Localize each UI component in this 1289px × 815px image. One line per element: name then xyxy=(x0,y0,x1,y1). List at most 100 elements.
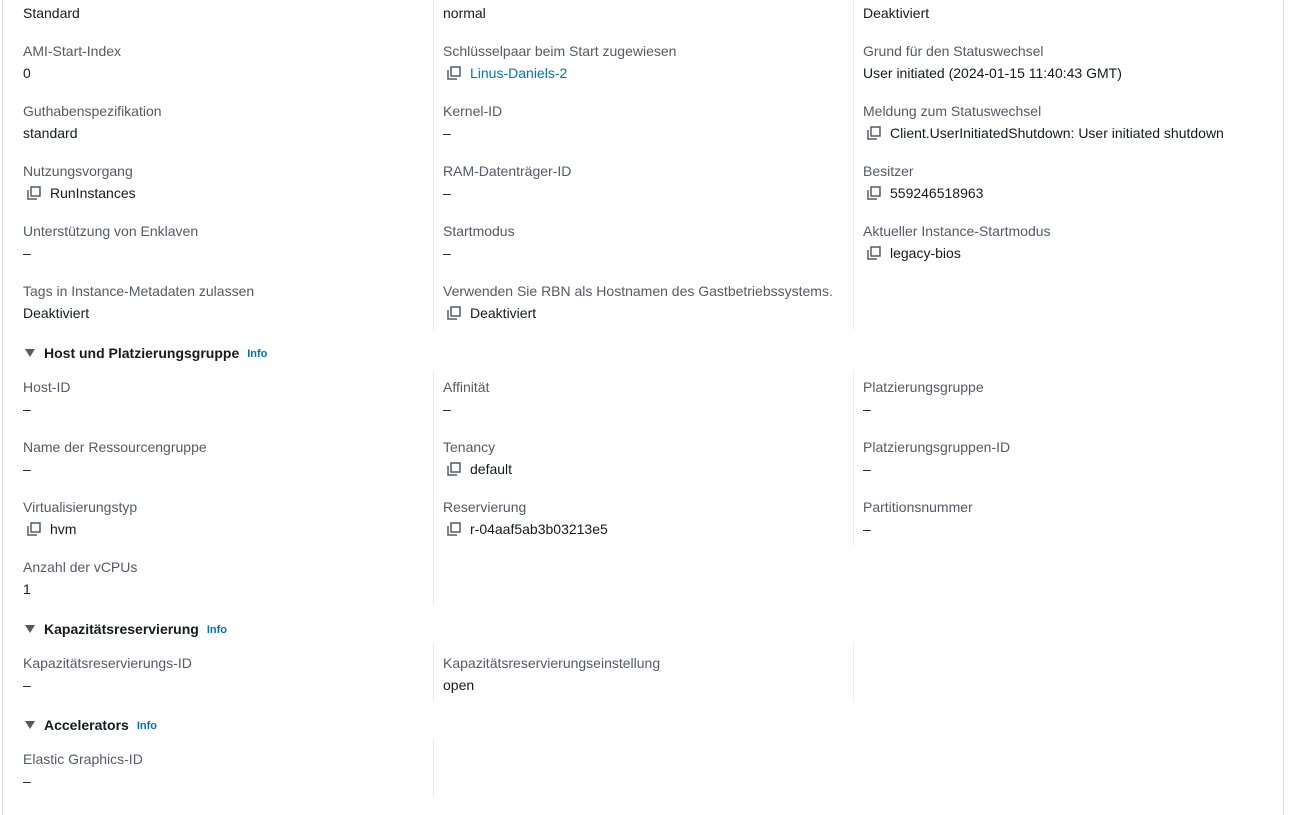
column-divider xyxy=(433,642,434,702)
info-link[interactable]: Info xyxy=(137,718,157,732)
field-affinity: Affinität – xyxy=(443,378,843,418)
field-value: – xyxy=(443,401,451,417)
field-label: AMI-Start-Index xyxy=(23,43,122,59)
field-value: hvm xyxy=(50,521,77,537)
field-label: Aktueller Instance-Startmodus xyxy=(863,223,1051,239)
field-usage-operation: Nutzungsvorgang RunInstances xyxy=(23,162,423,202)
field-value: – xyxy=(863,461,871,477)
field-label: Virtualisierungstyp xyxy=(23,499,138,515)
field-value: open xyxy=(443,677,475,693)
field-value-row: legacy-bios xyxy=(863,244,1263,262)
field-value-row: Linus-Daniels-2 xyxy=(443,64,843,82)
column-divider xyxy=(853,642,854,702)
copy-icon[interactable] xyxy=(447,306,461,320)
section-header-host[interactable]: Host und Platzierungsgruppe Info xyxy=(25,344,267,362)
field-top-col2: normal xyxy=(443,4,843,22)
field-vcpus: Anzahl der vCPUs 1 xyxy=(23,558,423,598)
field-value: – xyxy=(443,185,451,201)
field-label: Name der Ressourcengruppe xyxy=(23,439,207,455)
copy-icon[interactable] xyxy=(867,186,881,200)
field-label: Meldung zum Statuswechsel xyxy=(863,103,1042,119)
column-divider xyxy=(433,738,434,798)
field-value: Deaktiviert xyxy=(470,305,537,321)
field-rbn-hostname: Verwenden Sie RBN als Hostnamen des Gast… xyxy=(443,282,843,322)
info-link[interactable]: Info xyxy=(247,346,267,360)
field-credit-spec: Guthabenspezifikation standard xyxy=(23,102,423,142)
field-value: – xyxy=(23,401,31,417)
field-value: – xyxy=(23,677,31,693)
field-value-row: 559246518963 xyxy=(863,184,1263,202)
section-title: Accelerators xyxy=(44,717,129,733)
field-enclave-support: Unterstützung von Enklaven – xyxy=(23,222,423,262)
copy-icon[interactable] xyxy=(27,186,41,200)
section-title: Host und Platzierungsgruppe xyxy=(44,345,240,361)
field-label: Tenancy xyxy=(443,439,496,455)
field-owner: Besitzer 559246518963 xyxy=(863,162,1263,202)
field-label: Kapazitätsreservierungseinstellung xyxy=(443,655,661,671)
field-value: RunInstances xyxy=(50,185,136,201)
field-label: Guthabenspezifikation xyxy=(23,103,162,119)
field-resource-group: Name der Ressourcengruppe – xyxy=(23,438,423,478)
field-value: 559246518963 xyxy=(890,185,984,201)
field-kernel-id: Kernel-ID – xyxy=(443,102,843,142)
field-label: Besitzer xyxy=(863,163,914,179)
field-label: Platzierungsgruppe xyxy=(863,379,984,395)
copy-icon[interactable] xyxy=(447,462,461,476)
field-value-row: RunInstances xyxy=(23,184,423,202)
section-header-capacity[interactable]: Kapazitätsreservierung Info xyxy=(25,620,227,638)
copy-icon[interactable] xyxy=(447,522,461,536)
field-value-row: Deaktiviert xyxy=(443,304,843,322)
field-ami-start-index: AMI-Start-Index 0 xyxy=(23,42,423,82)
field-value: default xyxy=(470,461,513,477)
caret-down-icon[interactable] xyxy=(25,625,35,633)
field-virtualization: Virtualisierungstyp hvm xyxy=(23,498,423,538)
field-label: Tags in Instance-Metadaten zulassen xyxy=(23,283,255,299)
caret-down-icon[interactable] xyxy=(25,721,35,729)
column-divider xyxy=(433,0,434,330)
field-value: – xyxy=(863,521,871,537)
section-header-accelerators[interactable]: Accelerators Info xyxy=(25,716,157,734)
field-value: 1 xyxy=(23,581,31,597)
column-divider xyxy=(853,370,854,546)
copy-icon[interactable] xyxy=(867,126,881,140)
field-tenancy: Tenancy default xyxy=(443,438,843,478)
field-value: – xyxy=(23,245,31,261)
field-label: Anzahl der vCPUs xyxy=(23,559,138,575)
field-boot-mode: Startmodus – xyxy=(443,222,843,262)
field-value-row: default xyxy=(443,460,843,478)
field-capacity-reservation-id: Kapazitätsreservierungs-ID – xyxy=(23,654,423,694)
field-value: – xyxy=(863,401,871,417)
field-value: r-04aaf5ab3b03213e5 xyxy=(470,521,608,537)
field-placement-group-id: Platzierungsgruppen-ID – xyxy=(863,438,1263,478)
field-current-boot-mode: Aktueller Instance-Startmodus legacy-bio… xyxy=(863,222,1263,262)
field-label: Kapazitätsreservierungs-ID xyxy=(23,655,192,671)
field-label: Verwenden Sie RBN als Hostnamen des Gast… xyxy=(443,283,833,299)
field-metadata-tags: Tags in Instance-Metadaten zulassen Deak… xyxy=(23,282,423,322)
copy-icon[interactable] xyxy=(27,522,41,536)
field-reservation: Reservierung r-04aaf5ab3b03213e5 xyxy=(443,498,843,538)
field-value-row: hvm xyxy=(23,520,423,538)
field-label: Platzierungsgruppen-ID xyxy=(863,439,1011,455)
field-capacity-reservation-setting: Kapazitätsreservierungseinstellung open xyxy=(443,654,843,694)
field-state-message: Meldung zum Statuswechsel Client.UserIni… xyxy=(863,102,1263,142)
field-top-col3: Deaktiviert xyxy=(863,4,1263,22)
section-title: Kapazitätsreservierung xyxy=(44,621,199,637)
field-value-row: r-04aaf5ab3b03213e5 xyxy=(443,520,843,538)
field-value: standard xyxy=(23,125,78,141)
field-value-row: Client.UserInitiatedShutdown: User initi… xyxy=(863,124,1263,142)
caret-down-icon[interactable] xyxy=(25,349,35,357)
field-value: normal xyxy=(443,5,486,21)
field-value: User initiated (2024-01-15 11:40:43 GMT) xyxy=(863,65,1122,81)
field-label: Kernel-ID xyxy=(443,103,503,119)
key-pair-link[interactable]: Linus-Daniels-2 xyxy=(470,64,567,82)
field-value: Client.UserInitiatedShutdown: User initi… xyxy=(890,125,1224,141)
copy-icon[interactable] xyxy=(447,66,461,80)
column-divider xyxy=(853,0,854,330)
field-label: Unterstützung von Enklaven xyxy=(23,223,199,239)
copy-icon[interactable] xyxy=(867,246,881,260)
info-link[interactable]: Info xyxy=(207,622,227,636)
field-elastic-graphics-id: Elastic Graphics-ID – xyxy=(23,750,423,790)
field-value: Deaktiviert xyxy=(863,5,930,21)
field-label: Reservierung xyxy=(443,499,527,515)
instance-details-panel: Standard normal Deaktiviert AMI-Start-In… xyxy=(2,0,1284,815)
